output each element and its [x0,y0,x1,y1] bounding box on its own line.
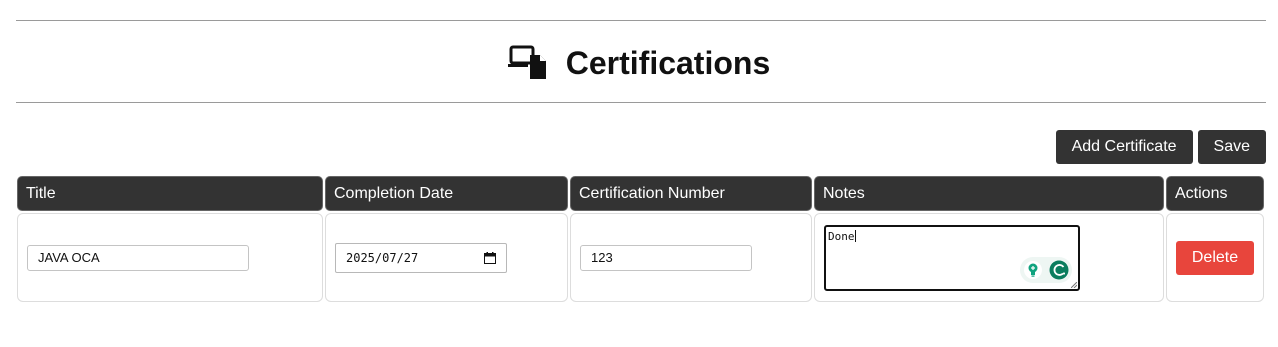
resize-handle-icon[interactable] [1071,281,1077,288]
title-input[interactable] [27,244,249,271]
cell-title [17,213,323,302]
calendar-icon[interactable] [484,251,496,264]
table-header-row: Title Completion Date Certification Numb… [17,176,1264,211]
column-header-completion-date: Completion Date [325,176,568,211]
cell-completion-date: 2025/07/27 [325,213,568,302]
completion-date-input[interactable]: 2025/07/27 [335,242,507,273]
lightbulb-icon[interactable] [1023,260,1043,280]
notes-textarea[interactable]: Done [824,224,1080,291]
add-certificate-button[interactable]: Add Certificate [1055,130,1193,164]
toolbar: Add Certificate Save [1055,130,1266,164]
bottom-divider [16,102,1266,103]
cell-certification-number [570,213,812,302]
cell-actions: Delete [1166,213,1264,302]
certifications-table: Title Completion Date Certification Numb… [17,176,1264,302]
column-header-certification-number: Certification Number [570,176,812,211]
date-value: 2025/07/27 [346,250,419,265]
devices-icon [507,45,546,79]
table-row: 2025/07/27 Done [17,211,1264,302]
cell-notes: Done [814,213,1164,302]
text-caret [854,229,856,242]
column-header-actions: Actions [1166,176,1264,211]
top-divider [16,20,1266,21]
page-title: Certifications [565,44,771,81]
column-header-title: Title [17,176,323,211]
column-header-notes: Notes [814,176,1164,211]
page-header: Certifications [0,40,1278,86]
delete-button[interactable]: Delete [1176,240,1254,275]
notes-text: Done [828,229,855,243]
save-button[interactable]: Save [1197,130,1266,164]
grammar-assistant-icon[interactable] [1049,260,1069,280]
writing-assistant-widget[interactable] [1020,256,1072,283]
certification-number-input[interactable] [580,244,752,271]
